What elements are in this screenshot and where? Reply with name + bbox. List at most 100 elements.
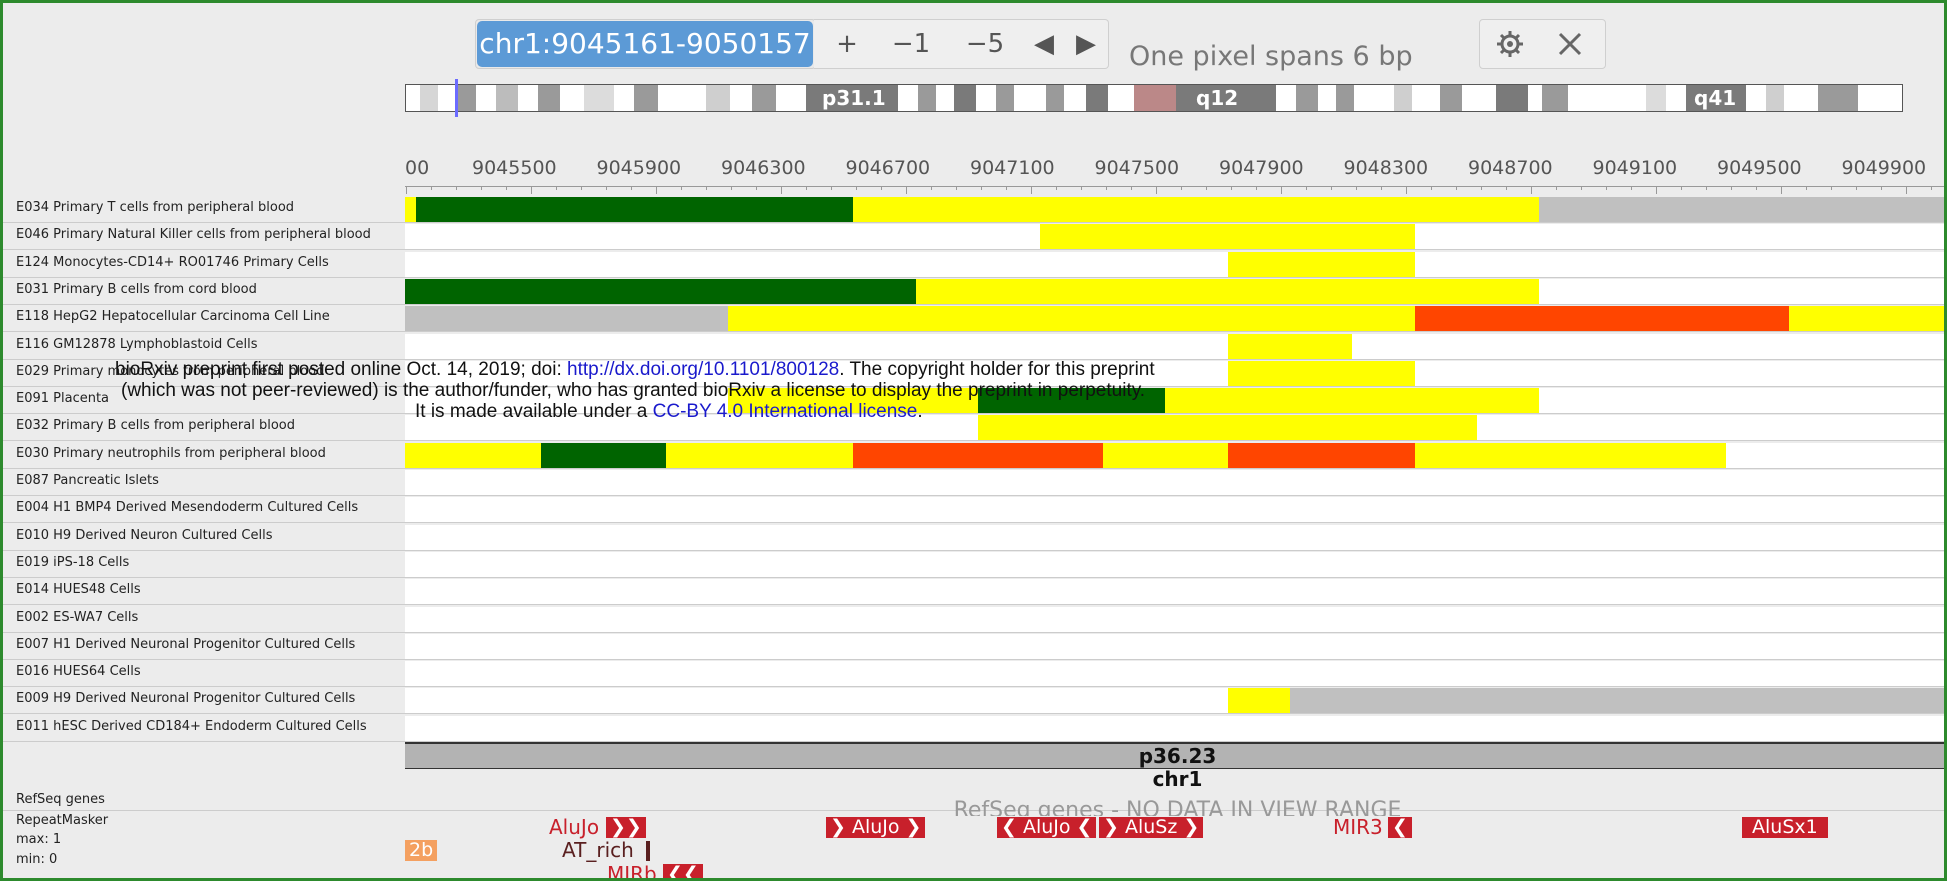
track-lane[interactable] [405,661,1944,686]
track-label[interactable]: E016 HUES64 Cells [16,660,141,684]
track-lane[interactable] [405,607,1944,632]
chromatin-state-segment[interactable] [1228,252,1416,277]
repeat-mir3[interactable]: MIR3 [1333,816,1383,838]
track-label[interactable]: E011 hESC Derived CD184+ Endoderm Cultur… [16,715,367,739]
repeat-strand-arrows[interactable]: ❯❯ [606,817,646,838]
track-row[interactable]: E002 ES-WA7 Cells [3,606,1944,633]
chromatin-state-segment[interactable] [727,306,1416,331]
track-label[interactable]: E019 iPS-18 Cells [16,551,129,575]
track-lane[interactable] [405,252,1944,277]
track-row[interactable]: E032 Primary B cells from peripheral blo… [3,414,1944,441]
zoom-in-button[interactable]: + [829,21,865,67]
chromatin-state-segment[interactable] [1228,334,1353,359]
track-label[interactable]: E034 Primary T cells from peripheral blo… [16,196,294,220]
chromatin-state-segment[interactable] [1228,443,1416,468]
chromatin-state-segment[interactable] [853,443,1104,468]
chromatin-state-segment[interactable] [666,443,854,468]
zoom-out-1-button[interactable]: −1 [885,21,937,67]
zoom-out-5-button[interactable]: −5 [959,21,1011,67]
track-row[interactable]: E116 GM12878 Lymphoblastoid Cells [3,333,1944,360]
track-row[interactable]: E087 Pancreatic Islets [3,469,1944,496]
track-label[interactable]: E116 GM12878 Lymphoblastoid Cells [16,333,258,357]
chromosome-ideogram[interactable]: p31.1 q12 q41 [405,84,1903,112]
track-label[interactable]: E032 Primary B cells from peripheral blo… [16,414,295,438]
track-row[interactable]: E030 Primary neutrophils from peripheral… [3,442,1944,469]
chromatin-state-segment[interactable] [853,197,1540,222]
track-label[interactable]: E118 HepG2 Hepatocellular Carcinoma Cell… [16,305,330,329]
track-lane[interactable] [405,334,1944,359]
refseq-track-label[interactable]: RefSeq genes [16,792,105,807]
chromatin-state-segment[interactable] [1228,361,1416,386]
locus-label[interactable]: chr1:9045161-9050157 [477,21,813,67]
track-label[interactable]: E046 Primary Natural Killer cells from p… [16,223,371,247]
track-lane[interactable] [405,197,1944,222]
repeat-alujo[interactable]: AluJo [549,816,599,838]
track-label[interactable]: E124 Monocytes-CD14+ RO01746 Primary Cel… [16,251,329,275]
chromatin-state-segment[interactable] [978,415,1478,440]
repeat-strand-arrow[interactable]: ❮ [1388,817,1412,838]
repeat-alusx1[interactable]: AluSx1 [1742,817,1828,838]
repeat-alujo[interactable]: ❮ AluJo ❮ [997,817,1097,838]
track-row[interactable]: E019 iPS-18 Cells [3,551,1944,578]
repeat-alusz[interactable]: ❯ AluSz ❯ [1099,817,1204,838]
chromatin-state-segment[interactable] [1165,388,1539,413]
repeat-partial[interactable]: 2b [405,840,438,861]
track-lane[interactable] [405,497,1944,522]
track-row[interactable]: E031 Primary B cells from cord blood [3,278,1944,305]
track-label[interactable]: E091 Placenta [16,387,109,411]
chromatin-state-segment[interactable] [1290,688,1944,713]
chromatin-state-segment[interactable] [1103,443,1229,468]
chromatin-state-segment[interactable] [1789,306,1944,331]
track-row[interactable]: E046 Primary Natural Killer cells from p… [3,223,1944,250]
track-label[interactable]: E010 H9 Derived Neuron Cultured Cells [16,524,273,548]
track-lane[interactable] [405,306,1944,331]
track-lane[interactable] [405,579,1944,604]
track-label[interactable]: E007 H1 Derived Neuronal Progenitor Cult… [16,633,355,657]
chromatin-state-segment[interactable] [405,443,541,468]
chromatin-state-segment[interactable] [415,197,854,222]
track-row[interactable]: E011 hESC Derived CD184+ Endoderm Cultur… [3,715,1944,742]
track-lane[interactable] [405,470,1944,495]
chromatin-state-segment[interactable] [1539,197,1944,222]
track-label[interactable]: E014 HUES48 Cells [16,578,141,602]
track-lane[interactable] [405,634,1944,659]
track-label[interactable]: E002 ES-WA7 Cells [16,606,138,630]
chromatin-state-segment[interactable] [405,197,416,222]
chromatin-state-segment[interactable] [1039,224,1416,249]
ideogram-position-marker[interactable] [455,79,458,117]
gear-icon[interactable] [1493,27,1527,61]
repeat-alujo[interactable]: ❯ AluJo ❯ [826,817,926,838]
track-label[interactable]: E004 H1 BMP4 Derived Mesendoderm Culture… [16,496,358,520]
track-lane[interactable] [405,525,1944,550]
track-row[interactable]: E004 H1 BMP4 Derived Mesendoderm Culture… [3,496,1944,523]
repeatmasker-track-label[interactable]: RepeatMasker [16,813,108,828]
track-label[interactable]: E030 Primary neutrophils from peripheral… [16,442,326,466]
chromatin-state-segment[interactable] [405,279,917,304]
chromatin-state-segment[interactable] [1415,443,1726,468]
track-row[interactable]: E014 HUES48 Cells [3,578,1944,605]
repeat-mirb[interactable]: MIRb [607,863,657,878]
track-lane[interactable] [405,224,1944,249]
license-link[interactable]: CC-BY 4.0 International license [653,401,918,422]
chromatin-state-segment[interactable] [405,306,728,331]
pan-right-button[interactable]: ▶ [1069,21,1103,67]
chromatin-state-segment[interactable] [1228,688,1291,713]
track-row[interactable]: E118 HepG2 Hepatocellular Carcinoma Cell… [3,305,1944,332]
track-lane[interactable] [405,443,1944,468]
chromatin-state-segment[interactable] [540,443,667,468]
track-row[interactable]: E016 HUES64 Cells [3,660,1944,687]
repeat-strand-arrows[interactable]: ❮❮ [663,864,703,878]
repeat-at-rich[interactable]: AT_rich [562,839,634,861]
track-label[interactable]: E009 H9 Derived Neuronal Progenitor Cult… [16,687,355,711]
track-row[interactable]: E009 H9 Derived Neuronal Progenitor Cult… [3,687,1944,714]
pan-left-button[interactable]: ◀ [1027,21,1061,67]
track-lane[interactable] [405,716,1944,741]
track-row[interactable]: E007 H1 Derived Neuronal Progenitor Cult… [3,633,1944,660]
track-row[interactable]: E010 H9 Derived Neuron Cultured Cells [3,524,1944,551]
track-row[interactable]: E124 Monocytes-CD14+ RO01746 Primary Cel… [3,251,1944,278]
track-lane[interactable] [405,688,1944,713]
track-row[interactable]: E034 Primary T cells from peripheral blo… [3,196,1944,223]
chromatin-state-segment[interactable] [916,279,1540,304]
close-icon[interactable] [1555,29,1585,59]
track-label[interactable]: E087 Pancreatic Islets [16,469,159,493]
